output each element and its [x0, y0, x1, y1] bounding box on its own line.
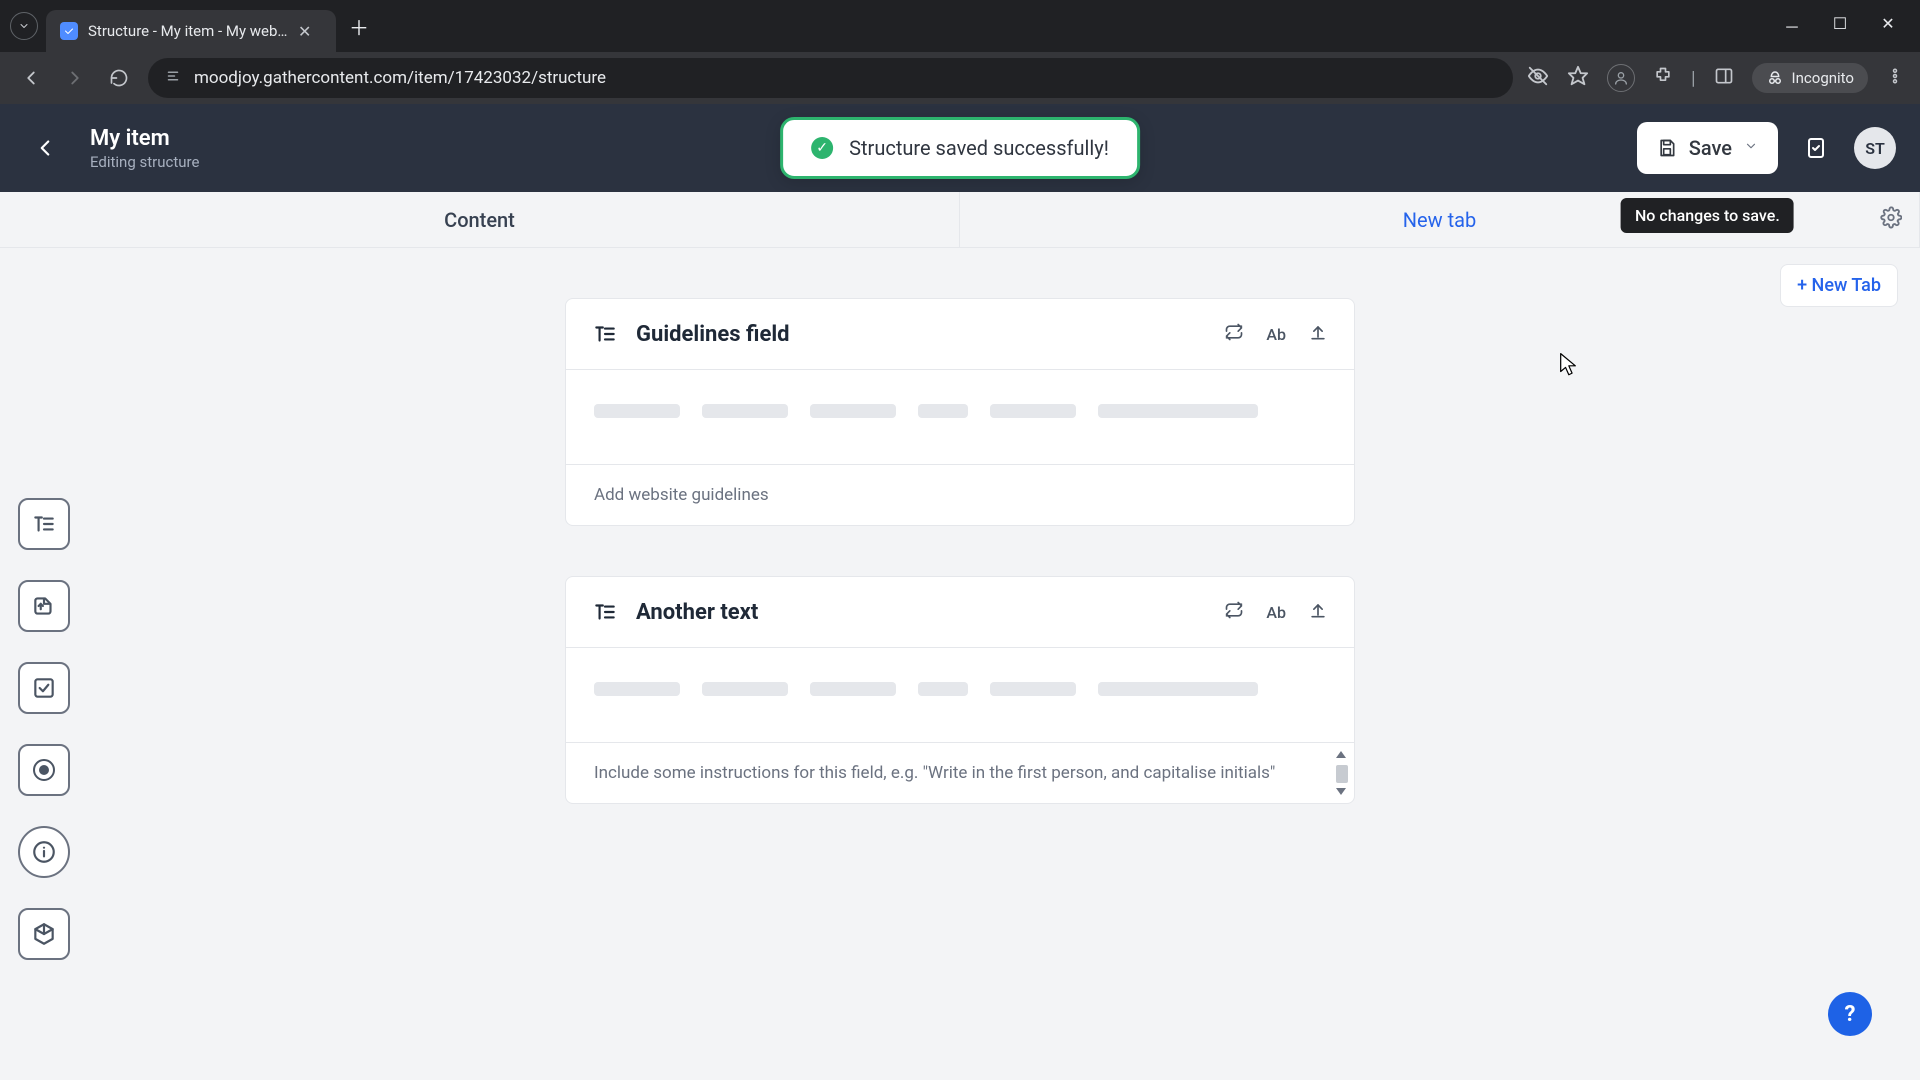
field-instructions[interactable]: Include some instructions for this field…	[566, 742, 1354, 803]
field-title[interactable]: Guidelines field	[636, 322, 1206, 347]
help-button[interactable]: ?	[1828, 992, 1872, 1036]
save-tooltip: No changes to save.	[1621, 198, 1794, 233]
close-tab-icon[interactable]: ✕	[298, 22, 311, 41]
repeatable-icon[interactable]	[1224, 600, 1244, 624]
site-info-icon[interactable]	[164, 67, 182, 89]
scrollbar-thumb[interactable]	[1336, 765, 1348, 783]
export-icon[interactable]	[1308, 322, 1328, 346]
favicon-icon	[60, 22, 78, 40]
chevron-down-icon[interactable]	[1744, 139, 1758, 157]
format-icon[interactable]: Ab	[1266, 603, 1286, 622]
extensions-icon[interactable]	[1653, 66, 1673, 91]
check-circle-icon: ✓	[811, 137, 833, 159]
format-icon[interactable]: Ab	[1266, 325, 1286, 344]
export-icon[interactable]	[1308, 600, 1328, 624]
profile-avatar-icon[interactable]	[1607, 64, 1635, 92]
app-header: My item Editing structure ✓ Structure sa…	[0, 104, 1920, 192]
browser-toolbar: moodjoy.gathercontent.com/item/17423032/…	[0, 52, 1920, 104]
repeatable-icon[interactable]	[1224, 322, 1244, 346]
forward-icon[interactable]	[60, 63, 90, 93]
window-controls: － ☐ ✕	[1782, 14, 1920, 38]
page-title: My item	[90, 126, 199, 151]
canvas-scroll[interactable]: Guidelines field Ab Add website guidelin…	[0, 248, 1920, 1080]
toast-success: ✓ Structure saved successfully!	[780, 117, 1140, 179]
address-bar[interactable]: moodjoy.gathercontent.com/item/17423032/…	[148, 58, 1513, 98]
field-body-placeholder	[566, 370, 1354, 464]
toast-message: Structure saved successfully!	[849, 136, 1109, 160]
user-avatar[interactable]: ST	[1854, 127, 1896, 169]
kebab-menu-icon[interactable]	[1886, 67, 1904, 90]
maximize-icon[interactable]: ☐	[1830, 14, 1850, 38]
save-button[interactable]: Save No changes to save.	[1637, 122, 1778, 174]
field-title[interactable]: Another text	[636, 600, 1206, 625]
tab-content[interactable]: Content	[0, 192, 960, 247]
tab-search-dropdown[interactable]	[10, 12, 38, 40]
incognito-badge[interactable]: Incognito	[1752, 63, 1868, 93]
back-button[interactable]	[24, 127, 66, 169]
browser-tab-title: Structure - My item - My websi	[88, 22, 288, 40]
field-card[interactable]: Guidelines field Ab Add website guidelin…	[565, 298, 1355, 526]
reload-icon[interactable]	[104, 63, 134, 93]
url-text: moodjoy.gathercontent.com/item/17423032/…	[194, 68, 606, 88]
app-surface: My item Editing structure ✓ Structure sa…	[0, 104, 1920, 1080]
sidepanel-icon[interactable]	[1714, 66, 1734, 91]
text-field-icon	[592, 321, 618, 347]
gear-icon[interactable]	[1880, 206, 1902, 233]
text-field-icon	[592, 599, 618, 625]
field-instructions[interactable]: Add website guidelines	[566, 464, 1354, 525]
tasks-icon[interactable]	[1796, 128, 1836, 168]
page-subtitle: Editing structure	[90, 153, 199, 171]
page-title-block: My item Editing structure	[90, 126, 199, 171]
browser-titlebar: Structure - My item - My websi ✕ ＋ － ☐ ✕	[0, 0, 1920, 52]
close-window-icon[interactable]: ✕	[1878, 14, 1898, 38]
save-icon	[1657, 138, 1677, 158]
new-browser-tab-button[interactable]: ＋	[344, 11, 374, 41]
field-card[interactable]: Another text Ab Include some instructio	[565, 576, 1355, 804]
back-icon[interactable]	[16, 63, 46, 93]
field-body-placeholder	[566, 648, 1354, 742]
incognito-label: Incognito	[1792, 69, 1854, 87]
bookmark-star-icon[interactable]	[1567, 65, 1589, 92]
eye-off-icon[interactable]	[1527, 65, 1549, 92]
save-label: Save	[1689, 136, 1732, 160]
browser-tab-active[interactable]: Structure - My item - My websi ✕	[46, 10, 336, 52]
minimize-icon[interactable]: －	[1782, 14, 1802, 38]
